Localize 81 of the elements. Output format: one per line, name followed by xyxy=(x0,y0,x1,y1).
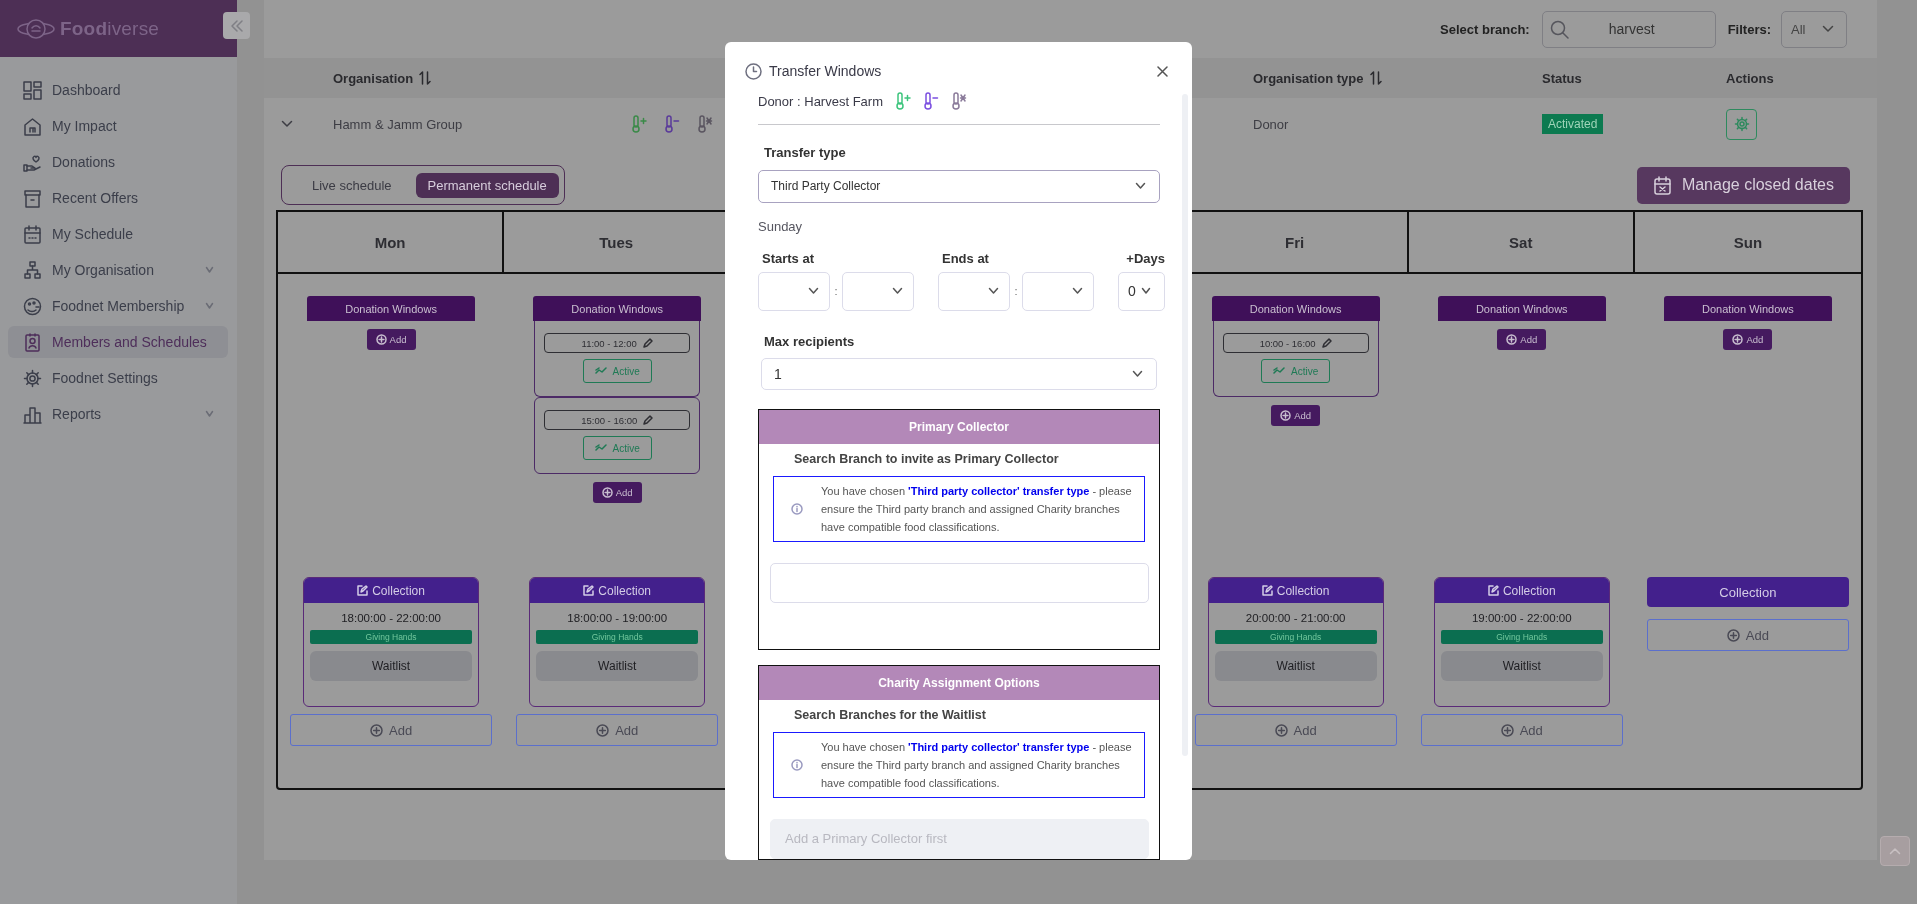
collection-button[interactable]: Collection xyxy=(1646,577,1849,607)
time-slot[interactable]: 15:00 - 16:00 xyxy=(544,410,691,430)
column-header: Actions xyxy=(1726,70,1774,86)
select-field[interactable]: 1 xyxy=(761,357,1157,390)
charity-tag: Giving Hands xyxy=(310,630,473,644)
card-header: Collection xyxy=(1208,578,1383,603)
card-header: Donation Windows xyxy=(533,296,702,321)
field-label: Max recipients xyxy=(763,333,856,349)
time-range: 20:00:00 - 21:00:00 xyxy=(1244,612,1347,624)
sidebar-item[interactable]: Reports xyxy=(8,398,228,430)
section-subtitle: Search Branches for the Waitlist xyxy=(794,708,987,722)
waitlist-button[interactable]: Waitlist xyxy=(1440,651,1603,681)
time-range: 19:00:00 - 22:00:00 xyxy=(1470,612,1573,624)
time-range: 18:00:00 - 19:00:00 xyxy=(566,612,669,624)
add-button[interactable]: Add xyxy=(1723,329,1773,350)
add-button[interactable]: Add xyxy=(592,482,642,503)
field-label: Select branch: xyxy=(1440,21,1530,37)
sidebar-item[interactable]: My Organisation xyxy=(8,254,228,286)
column-header[interactable]: Organisation type xyxy=(1253,70,1382,86)
card-header: Collection xyxy=(1434,578,1609,603)
column-header[interactable]: Organisation xyxy=(333,70,432,86)
waitlist-button[interactable]: Waitlist xyxy=(1214,651,1377,681)
add-button[interactable]: Add xyxy=(1420,714,1623,746)
sidebar-item[interactable]: My Schedule xyxy=(8,218,228,250)
field-label: Filters: xyxy=(1727,21,1771,37)
charity-tag: Giving Hands xyxy=(1440,630,1603,644)
time-range: 18:00:00 - 22:00:00 xyxy=(340,612,442,624)
sidebar-item[interactable]: Foodnet Membership xyxy=(8,290,228,322)
waitlist-button[interactable]: Waitlist xyxy=(310,651,473,681)
time-separator: : xyxy=(1013,285,1019,298)
add-button[interactable]: Add xyxy=(516,714,719,746)
waitlist-button[interactable]: Waitlist xyxy=(536,651,699,681)
section-header: Primary Collector xyxy=(759,410,1159,444)
card-header: Collection xyxy=(304,578,479,603)
day-header: Sat xyxy=(1408,212,1635,274)
schedule-tab[interactable]: Permanent schedule xyxy=(415,172,559,198)
add-button[interactable]: Add xyxy=(1497,329,1547,350)
card-header: Donation Windows xyxy=(1211,296,1380,321)
time-slot[interactable]: 11:00 - 12:00 xyxy=(544,333,691,353)
notice-text: You have chosen 'Third party collector' transfer type - please ensure the Third party branch and assigned Charity branches have compatible food classifications. xyxy=(821,740,1132,791)
table-cell-text: Hamm & Jamm Group xyxy=(333,116,464,132)
day-label: Sunday xyxy=(758,218,804,234)
schedule-tab[interactable]: Live schedule xyxy=(300,172,404,198)
sidebar-item[interactable]: Recent Offers xyxy=(8,182,228,214)
status-badge: Activated xyxy=(1542,114,1604,134)
field-label: Ends at xyxy=(942,250,989,266)
card-header: Donation Windows xyxy=(1437,296,1606,321)
donor-name: Donor : Harvest Farm xyxy=(758,93,883,109)
section-header: Charity Assignment Options xyxy=(759,666,1159,700)
search-field[interactable]: harvest xyxy=(1541,10,1716,48)
card-header: Donation Windows xyxy=(307,296,476,321)
add-button[interactable]: Add xyxy=(1646,619,1849,651)
charity-tag: Giving Hands xyxy=(536,630,699,644)
charity-tag: Giving Hands xyxy=(1214,630,1377,644)
time-separator: : xyxy=(833,285,839,298)
add-button[interactable]: Add xyxy=(1194,714,1397,746)
notice-text: You have chosen 'Third party collector' transfer type - please ensure the Third party branch and assigned Charity branches have compatible food classifications. xyxy=(821,484,1132,535)
sidebar-item[interactable]: Members and Schedules xyxy=(8,326,228,358)
sidebar-item[interactable]: Dashboard xyxy=(8,74,228,106)
add-button[interactable]: Add xyxy=(1271,405,1321,426)
sidebar-item[interactable]: Donations xyxy=(8,146,228,178)
day-header: Mon xyxy=(278,212,505,274)
add-button[interactable]: Add xyxy=(366,329,416,350)
field-label: +Days xyxy=(1126,250,1165,266)
manage-closed-dates-button[interactable]: Manage closed dates xyxy=(1636,166,1850,204)
column-header: Status xyxy=(1542,70,1582,86)
field-label: Transfer type xyxy=(763,145,847,161)
day-header: Sun xyxy=(1634,212,1861,274)
modal-title: Transfer Windows xyxy=(769,63,883,79)
filter-dropdown[interactable]: All xyxy=(1781,10,1847,48)
field-label: Starts at xyxy=(762,250,815,266)
sidebar-item[interactable]: My Impact xyxy=(8,110,228,142)
select-field[interactable]: Third Party Collector xyxy=(758,170,1160,203)
table-cell-text: Donor xyxy=(1253,116,1290,132)
time-slot[interactable]: 10:00 - 16:00 xyxy=(1222,333,1369,353)
select-field[interactable]: 0 xyxy=(1118,271,1165,311)
section-subtitle: Search Branch to invite as Primary Collector xyxy=(794,452,1060,466)
add-button[interactable]: Add xyxy=(290,714,493,746)
sidebar-item[interactable]: Foodnet Settings xyxy=(8,362,228,394)
card-header: Collection xyxy=(530,578,705,603)
card-header: Donation Windows xyxy=(1663,296,1832,321)
